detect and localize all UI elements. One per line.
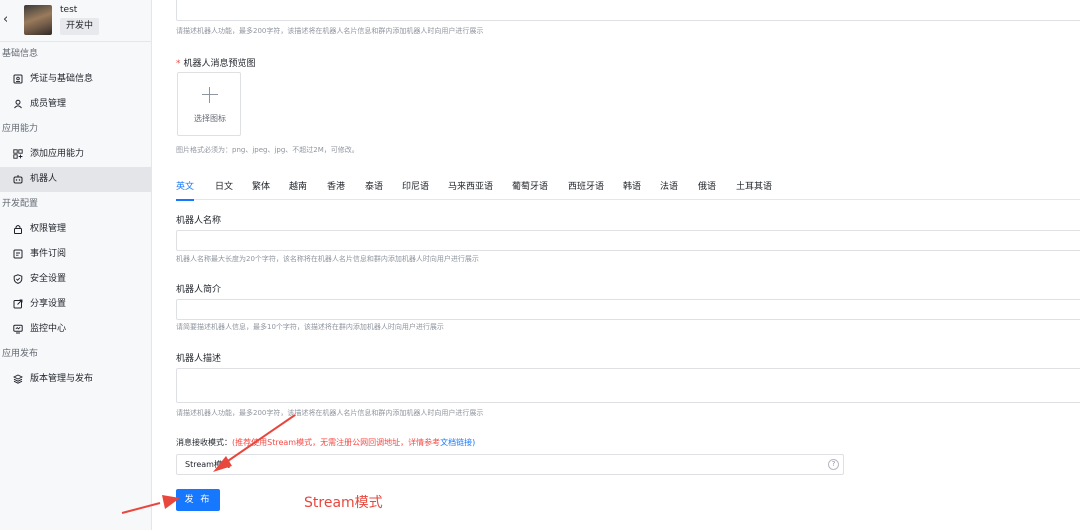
tab-id[interactable]: 印尼语 (402, 176, 429, 200)
upload-label: 选择图标 (194, 114, 226, 123)
tab-zh-hant[interactable]: 繁体 (252, 176, 270, 200)
publish-button[interactable]: 发 布 (176, 489, 220, 511)
doc-link[interactable]: 文档链接 (440, 438, 472, 447)
receive-mode-label-text: 消息接收模式： (176, 438, 232, 447)
preview-label-text: 机器人消息预览图 (183, 59, 256, 69)
tab-th[interactable]: 泰语 (365, 176, 383, 200)
receive-mode-value: Stream模式 (185, 460, 230, 469)
sidebar-item-robot[interactable]: 机器人 (0, 167, 151, 192)
tab-ru[interactable]: 俄语 (698, 176, 716, 200)
sidebar-item-label: 监控中心 (30, 324, 67, 334)
robot-intro-label: 机器人简介 (176, 285, 222, 295)
sidebar-item-events[interactable]: 事件订阅 (0, 242, 151, 267)
sidebar-item-label: 事件订阅 (30, 249, 67, 259)
app-status-badge: 开发中 (60, 18, 100, 35)
monitor-icon (13, 324, 23, 334)
sidebar-item-add-ability[interactable]: 添加应用能力 (0, 142, 151, 167)
tab-hk[interactable]: 香港 (327, 176, 345, 200)
top-description-hint: 请描述机器人功能，最多200字符，该描述将在机器人名片信息和群内添加机器人时向用… (176, 27, 484, 35)
sidebar-item-security[interactable]: 安全设置 (0, 267, 151, 292)
sidebar: ‹ test 开发中 基础信息 凭证与基础信息 成员管理 应用能力 添加应用能力 (0, 0, 152, 530)
tab-tr[interactable]: 土耳其语 (736, 176, 772, 200)
group-release: 应用发布 (2, 349, 39, 359)
sidebar-item-share[interactable]: 分享设置 (0, 292, 151, 317)
shield-icon (13, 274, 23, 284)
annotation-text: Stream模式 (304, 495, 383, 511)
tab-vi[interactable]: 越南 (289, 176, 307, 200)
preview-hint: 图片格式必须为：png、jpeg、jpg、不超过2M，可修改。 (176, 146, 359, 154)
app-header: ‹ test 开发中 (0, 0, 151, 42)
tab-pt[interactable]: 葡萄牙语 (512, 176, 548, 200)
plus-icon (202, 87, 218, 103)
credential-icon (13, 74, 23, 84)
robot-description-hint: 请描述机器人功能，最多200字符，该描述将在机器人名片信息和群内添加机器人时向用… (176, 409, 484, 417)
receive-mode-note: (推荐使用Stream模式，无需注册公网回调地址，详情参考 (232, 438, 441, 447)
sidebar-item-permissions[interactable]: 权限管理 (0, 217, 151, 242)
group-abilities: 应用能力 (2, 124, 39, 134)
preview-label: * 机器人消息预览图 (176, 59, 256, 69)
robot-intro-hint: 请简要描述机器人信息，最多10个字符，该描述将在群内添加机器人时向用户进行展示 (176, 323, 444, 331)
tab-es[interactable]: 西班牙语 (568, 176, 604, 200)
robot-description-label: 机器人描述 (176, 354, 222, 364)
back-icon[interactable]: ‹ (3, 12, 8, 27)
sidebar-item-label: 凭证与基础信息 (30, 74, 94, 84)
sidebar-item-label: 添加应用能力 (30, 149, 85, 159)
layers-icon (13, 374, 23, 384)
robot-intro-input[interactable] (176, 299, 1080, 320)
sidebar-item-label: 分享设置 (30, 299, 67, 309)
group-dev-config: 开发配置 (2, 199, 39, 209)
robot-name-input[interactable] (176, 230, 1080, 251)
robot-name-hint: 机器人名称最大长度为20个字符，该名称将在机器人名片信息和群内添加机器人时向用户… (176, 255, 479, 263)
robot-name-label: 机器人名称 (176, 216, 222, 226)
receive-mode-select[interactable]: Stream模式 ? (176, 454, 844, 475)
receive-mode-note-close: ) (472, 438, 476, 447)
sidebar-item-label: 安全设置 (30, 274, 67, 284)
tab-en[interactable]: 英文 (176, 176, 195, 201)
event-icon (13, 249, 23, 259)
sidebar-item-version[interactable]: 版本管理与发布 (0, 367, 151, 392)
sidebar-item-credentials[interactable]: 凭证与基础信息 (0, 67, 151, 92)
sidebar-item-label: 版本管理与发布 (30, 374, 94, 384)
lock-icon (13, 224, 23, 234)
tab-ja[interactable]: 日文 (215, 176, 233, 200)
tab-ko[interactable]: 韩语 (623, 176, 641, 200)
help-icon[interactable]: ? (828, 459, 839, 470)
sidebar-item-members[interactable]: 成员管理 (0, 92, 151, 117)
preview-upload[interactable]: 选择图标 (177, 72, 241, 136)
app-name: test (60, 5, 78, 15)
apps-icon (13, 149, 23, 159)
sidebar-item-label: 成员管理 (30, 99, 67, 109)
tab-ms[interactable]: 马来西亚语 (448, 176, 493, 200)
receive-mode-label: 消息接收模式：(推荐使用Stream模式，无需注册公网回调地址，详情参考文档链接… (176, 437, 475, 448)
app-avatar (24, 5, 52, 35)
sidebar-item-label: 机器人 (30, 174, 58, 184)
app-root: ‹ test 开发中 基础信息 凭证与基础信息 成员管理 应用能力 添加应用能力 (0, 0, 1080, 530)
language-tabs: 英文 日文 繁体 越南 香港 泰语 印尼语 马来西亚语 葡萄牙语 西班牙语 韩语… (176, 176, 1080, 201)
group-basic: 基础信息 (2, 49, 39, 59)
sidebar-item-monitor[interactable]: 监控中心 (0, 317, 151, 342)
top-description-field[interactable] (176, 0, 1080, 21)
robot-description-input[interactable] (176, 368, 1080, 403)
robot-icon (13, 174, 23, 184)
user-icon (13, 99, 23, 109)
share-icon (13, 299, 23, 309)
main-form: 请描述机器人功能，最多200字符，该描述将在机器人名片信息和群内添加机器人时向用… (152, 0, 1080, 530)
tab-fr[interactable]: 法语 (660, 176, 678, 200)
sidebar-item-label: 权限管理 (30, 224, 67, 234)
